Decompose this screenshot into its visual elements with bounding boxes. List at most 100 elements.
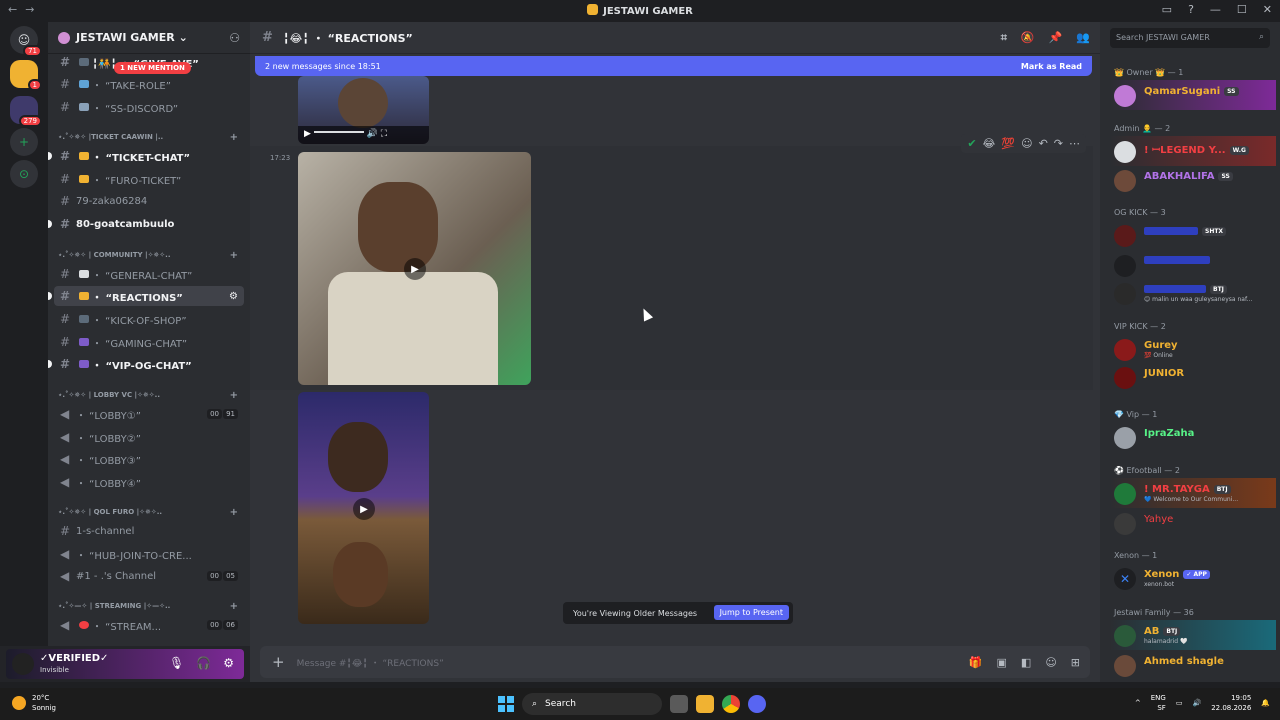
windows-start-icon[interactable] [498,696,514,712]
laugh-reaction-icon[interactable]: 😂 [983,137,996,150]
new-mention-pill[interactable]: 1 NEW MENTION [114,62,191,74]
channel-item[interactable]: # ・ “TICKET-CHAT” [48,146,244,166]
headphones-icon[interactable]: 🎧 [196,656,211,670]
voice-channel-item[interactable]: ◀ ・ “LOBBY①” 00 91 [54,404,244,424]
gift-icon[interactable]: 🎁 [969,656,983,669]
taskbar-search[interactable]: ⌕ Search [522,693,662,715]
apps-icon[interactable]: ⊞ [1071,656,1080,669]
avatar[interactable] [12,653,34,675]
volume-icon[interactable]: 🔊 [1192,699,1201,707]
emoji-icon[interactable]: ☺ [1045,656,1056,669]
voice-channel-item[interactable]: ◀ ・ “LOBBY②” [54,427,244,447]
voice-channel-item[interactable]: ◀ ・ “LOBBY③” [54,449,244,469]
file-explorer-icon[interactable] [696,695,714,713]
close-icon[interactable]: ✕ [1263,3,1272,16]
clock[interactable]: 19:05 22.08.2026 [1211,693,1251,713]
channel-category[interactable]: ⋆.˚✧✵✧ | COMMUNITY |✧✵✧.. + [58,248,244,262]
maximize-icon[interactable]: ☐ [1237,3,1247,16]
play-button[interactable]: ▶ [353,498,375,520]
add-server-button[interactable]: + [10,128,38,156]
voice-channel-item[interactable]: ◀ ・ “HUB-JOIN-TO-CRE... [54,544,244,564]
weather-widget[interactable]: 20°C Sonnig [12,693,56,713]
notification-icon[interactable]: 🔔 [1261,699,1270,707]
discord-icon[interactable] [748,695,766,713]
forward-icon[interactable]: ↷ [1054,137,1063,150]
direct-messages-button[interactable]: ☺ 71 [10,26,42,57]
member-item[interactable]: ! MR.TAYGA BTJ 💙 Welcome to Our Communi... [1110,478,1276,508]
channel-item[interactable]: #80-goatcambuulo [48,214,244,234]
member-item[interactable]: AB BTJ halamadrid 🤍 [1110,620,1276,650]
task-view-icon[interactable] [670,695,688,713]
more-icon[interactable]: ⋯ [1069,137,1080,150]
server-jestawi-button[interactable]: 1 [10,60,42,91]
volume-slider[interactable] [313,131,364,133]
video-attachment[interactable]: ▶ [298,152,531,385]
voice-channel-item[interactable]: ◀ #1 - .'s Channel 00 05 [54,566,244,586]
settings-icon[interactable]: ⚙ [229,291,238,302]
volume-icon[interactable]: 🔊 [367,129,378,139]
minimize-icon[interactable]: — [1210,3,1221,16]
plus-icon[interactable]: + [230,250,238,261]
sticker-icon[interactable]: ◧ [1021,656,1031,669]
plus-icon[interactable]: + [230,132,238,143]
channel-item[interactable]: # ・ “KICK-OF-SHOP” [54,309,244,329]
member-item[interactable]: QamarSugani SS [1110,80,1276,110]
member-item[interactable]: ! ꟷLEGEND Y... W.G [1110,136,1276,166]
inbox-icon[interactable]: ▭ [1162,3,1172,16]
channel-item[interactable]: # ・ “VIP-OG-CHAT” [48,354,244,374]
channel-item[interactable]: #79-zaka06284 [54,191,244,211]
gif-icon[interactable]: ▣ [997,656,1007,669]
channel-category[interactable]: ⋆.˚✧✵✧ | LOBBY VC |✧✵✧.. + [58,388,244,402]
channel-category[interactable]: ⋆.˚✧✵✧ |TICKET CAAWIN |.. + [58,130,244,144]
search-input[interactable]: Search JESTAWI GAMER ⌕ [1110,28,1270,48]
reply-icon[interactable]: ↶ [1039,137,1048,150]
channel-category[interactable]: ⋆.˚✧✵✧ | QOL FURO |✧✵✧.. + [58,505,244,519]
check-reaction-icon[interactable]: ✔ [967,137,976,150]
members-icon[interactable]: 👥 [1076,31,1090,45]
plus-icon[interactable]: + [230,390,238,401]
channel-item[interactable]: # ・ “GAMING-CHAT” [54,332,244,352]
member-item[interactable] [1110,250,1276,280]
help-icon[interactable]: ? [1188,3,1194,16]
guild-header[interactable]: JESTAWI GAMER ⌄ ⚇ [48,22,250,54]
mute-bell-icon[interactable]: 🔕 [1021,31,1035,45]
member-item[interactable]: BTJ 😊 malin un waa guleysaneysa naf... [1110,278,1276,308]
add-person-icon[interactable]: ⚇ [229,31,240,45]
pin-icon[interactable]: 📌 [1049,31,1063,45]
channel-item[interactable]: #1-s-channel [54,521,244,541]
server-folder-button[interactable]: 279 [10,96,42,127]
jump-to-present-button[interactable]: Jump to Present [713,605,789,620]
channel-category[interactable]: ⋆.˚✧—✧ | STREAMING |✧—✧.. + [58,599,244,613]
video-attachment[interactable]: ▶ [298,392,429,624]
user-card[interactable]: ✓VERIFIED✓ Invisible 🎙 🎧 ⚙ [6,649,244,679]
plus-icon[interactable]: + [230,507,238,518]
chevron-up-icon[interactable]: ^ [1135,699,1141,707]
microphone-icon[interactable]: 🎙 [169,656,184,670]
member-item[interactable]: Yahye [1110,508,1276,538]
channel-item-reactions[interactable]: # ・ “REACTIONS” ⚙ [48,286,244,306]
member-item[interactable]: Gurey 💯 Online [1110,334,1276,364]
network-icon[interactable]: ▭ [1176,699,1183,707]
threads-icon[interactable]: ⌗ [1001,31,1007,45]
channel-item[interactable]: # ・ “FURO-TICKET” [54,169,244,189]
member-item[interactable]: ✕ Xenon ✓ APP xenon.bot [1110,563,1276,593]
voice-channel-item[interactable]: ◀ ・ “LOBBY④” [54,472,244,492]
reaction-icon[interactable]: 💯 [1001,137,1015,150]
play-button[interactable]: ▶ [404,258,426,280]
chrome-icon[interactable] [722,695,740,713]
channel-item[interactable]: # ・ “TAKE-ROLE” [54,74,244,94]
language-indicator[interactable]: ENG SF [1151,693,1166,713]
video-controls[interactable]: ▶ 🔊 ⛶ [298,126,429,144]
member-item[interactable]: SHTX [1110,220,1276,250]
voice-channel-item[interactable]: ◀ ・ “STREAM... 00 06 [54,615,244,635]
gear-icon[interactable]: ⚙ [223,656,234,670]
plus-icon[interactable]: + [230,601,238,612]
discover-button[interactable]: ⊙ [10,160,38,188]
fullscreen-icon[interactable]: ⛶ [381,129,387,139]
video-attachment[interactable]: ▶ 🔊 ⛶ [298,76,429,144]
mark-as-read-button[interactable]: Mark as Read [1021,62,1082,71]
play-icon[interactable]: ▶ [304,129,311,139]
member-item[interactable]: IpraZaha [1110,422,1276,452]
channel-item[interactable]: # ・ “GENERAL-CHAT” [54,264,244,284]
add-reaction-icon[interactable]: ☺ [1021,137,1032,150]
